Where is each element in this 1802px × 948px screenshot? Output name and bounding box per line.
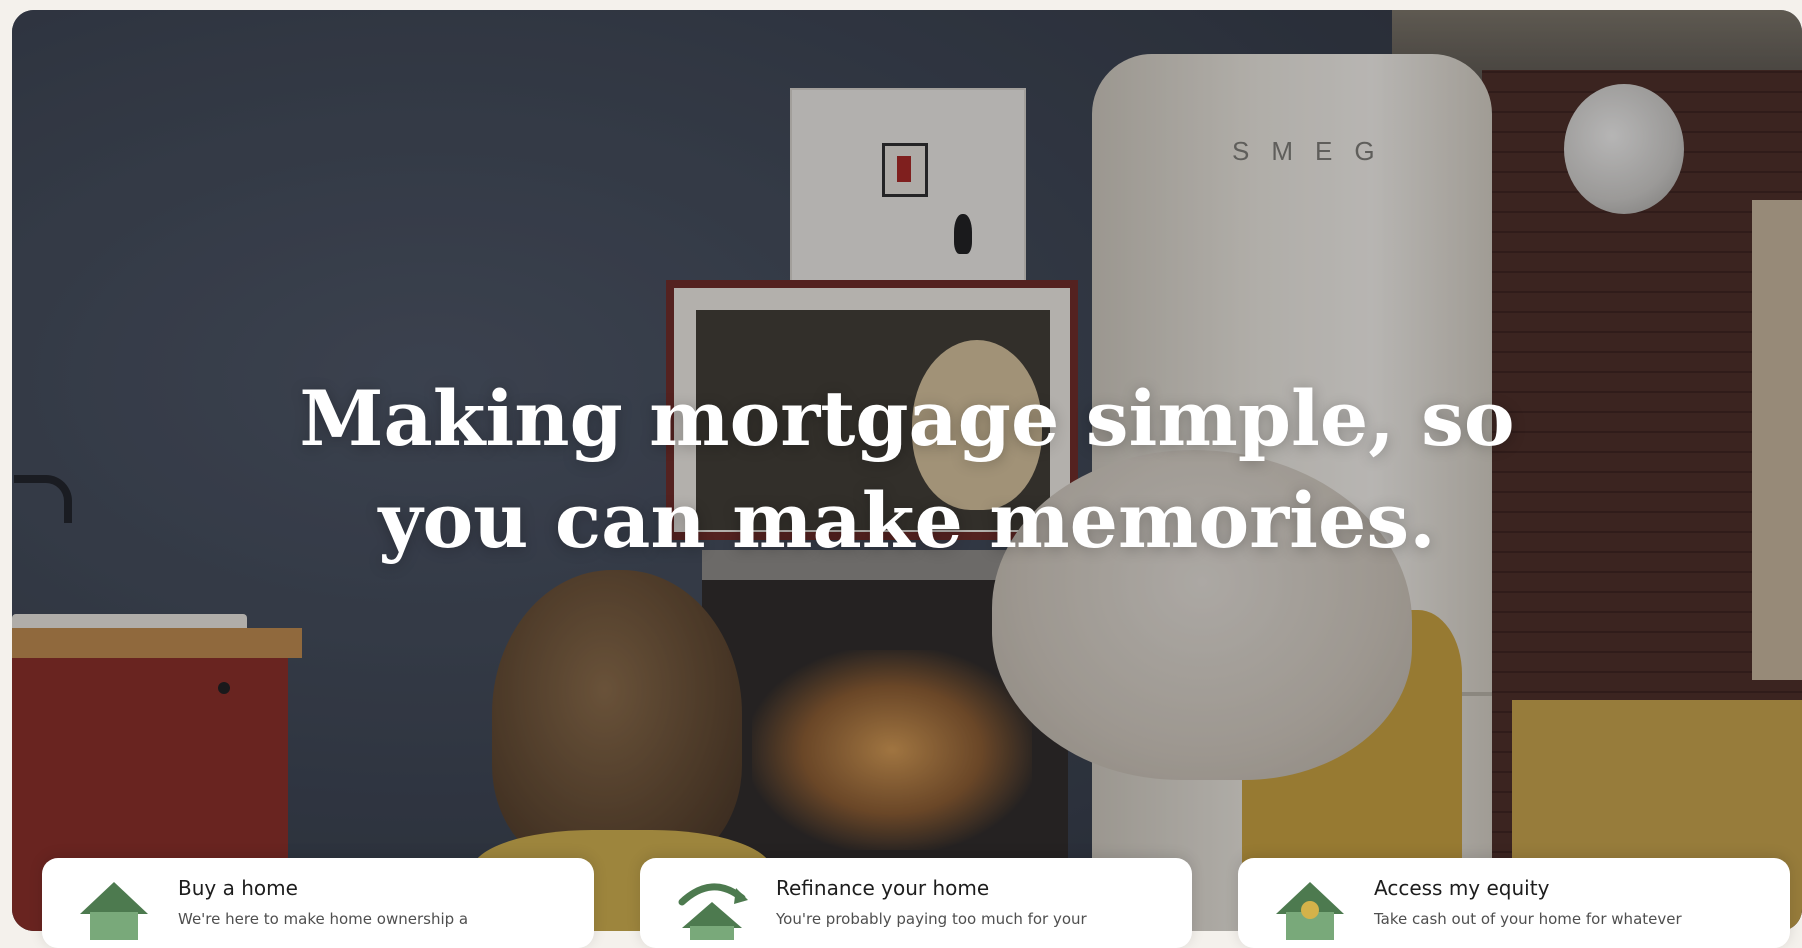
card-description: You're probably paying too much for your [776,910,1087,928]
card-description: We're here to make home ownership a [178,910,469,928]
headline-line-1: Making mortgage simple, so [299,374,1515,463]
card-title: Refinance your home [776,876,990,900]
access-equity-card[interactable]: Access my equity Take cash out of your h… [1238,858,1790,948]
hero-section: SMEG Making mortgage simple, so you can … [12,10,1802,931]
house-dollar-icon [1276,882,1344,940]
refinance-card[interactable]: Refinance your home You're probably payi… [640,858,1192,948]
buy-home-card[interactable]: Buy a home We're here to make home owner… [42,858,594,948]
card-description: Take cash out of your home for whatever [1374,910,1682,928]
service-cards: Buy a home We're here to make home owner… [42,858,1794,948]
headline-line-2: you can make memories. [378,476,1436,565]
house-icon [80,882,148,940]
refinance-house-arrow-icon [678,883,748,940]
card-title: Access my equity [1374,876,1550,900]
card-title: Buy a home [178,876,298,900]
hero-headline: Making mortgage simple, so you can make … [12,368,1802,572]
